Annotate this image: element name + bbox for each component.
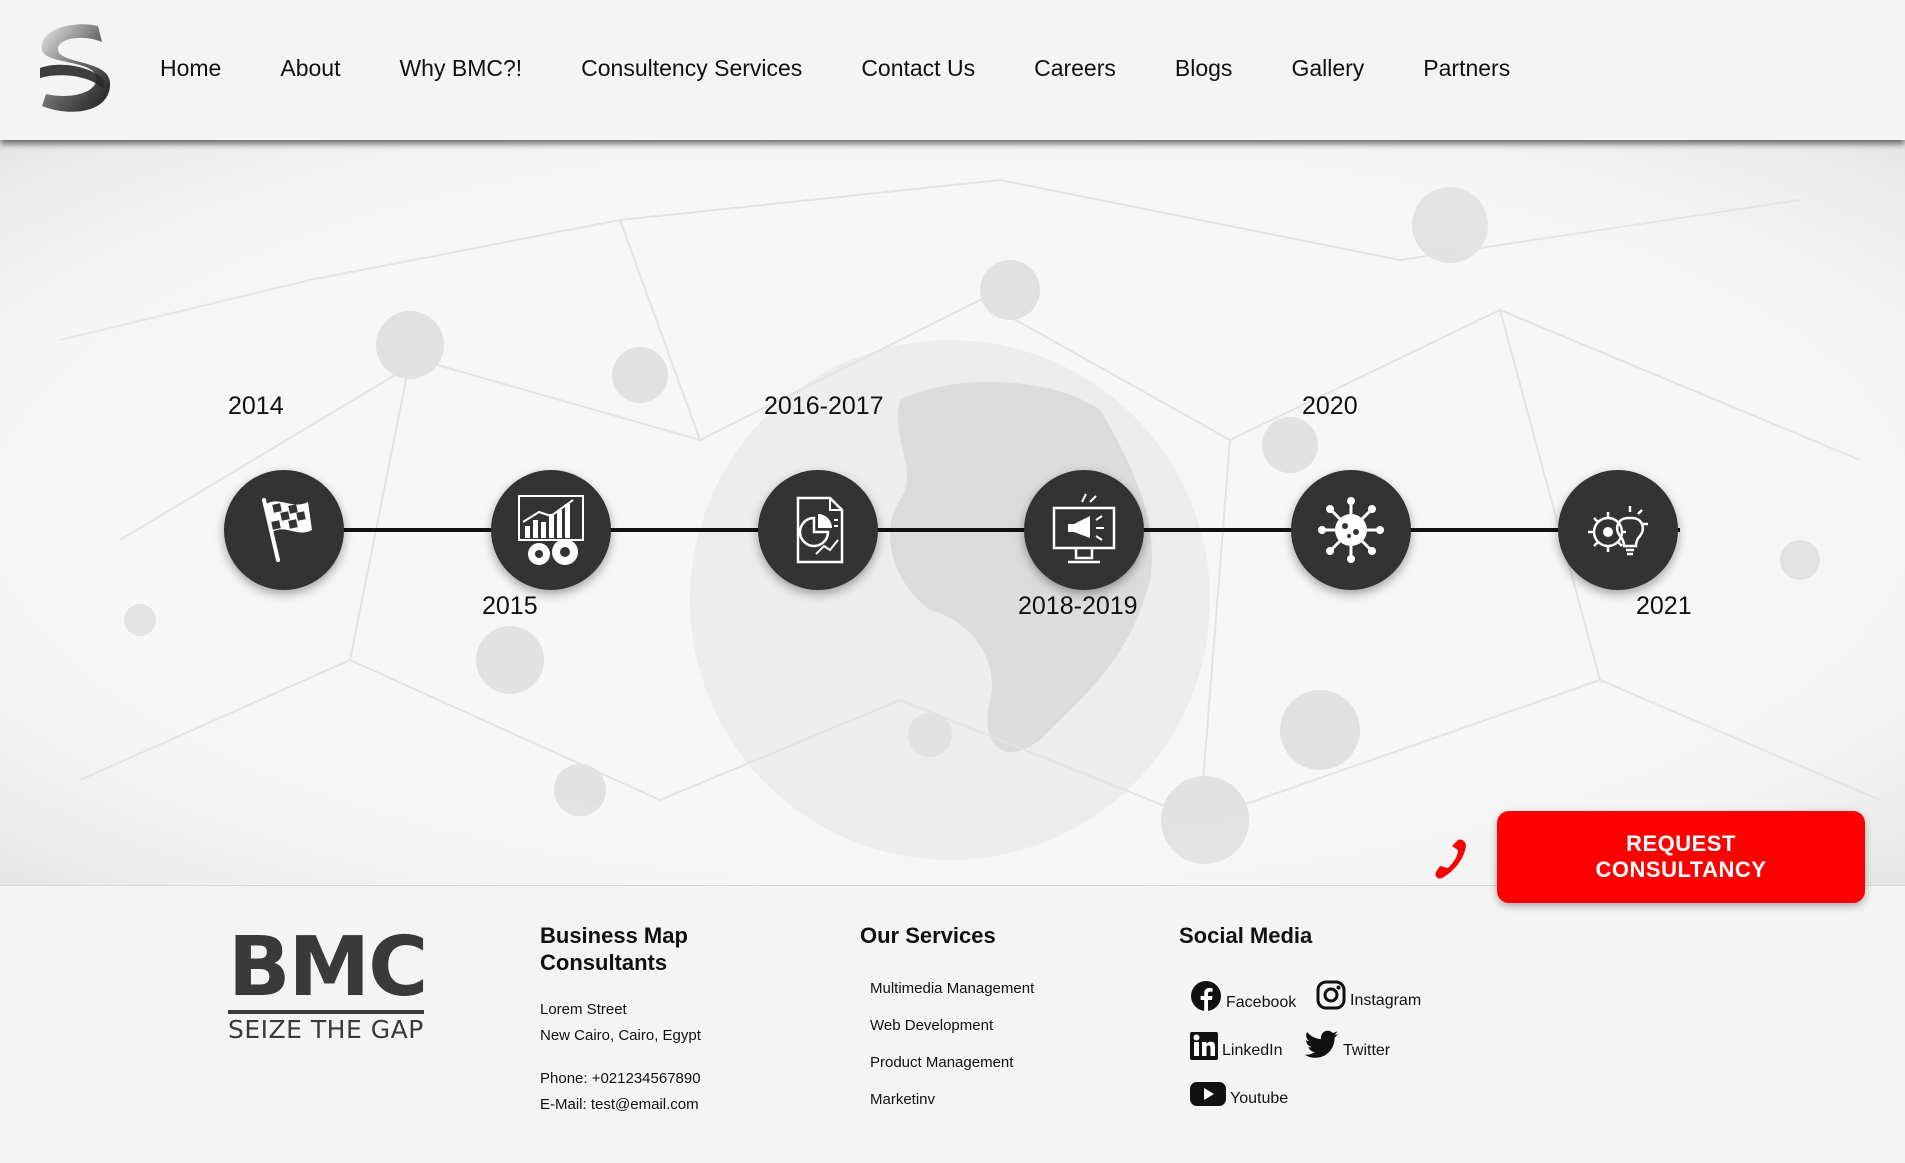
virus-icon (1318, 497, 1384, 563)
service-link-web-development[interactable]: Web Development (870, 1017, 993, 1034)
bmc-s-logo-icon[interactable] (32, 20, 114, 120)
monitor-megaphone-icon (1052, 493, 1116, 564)
nav-home[interactable]: Home (160, 52, 221, 84)
year-2021: 2021 (1636, 592, 1692, 620)
request-consultancy-label: REQUEST CONSULTANCY (1595, 831, 1767, 882)
address-line2: New Cairo, Cairo, Egypt (540, 1027, 701, 1044)
report-document-icon (796, 496, 844, 564)
timeline-node-2015[interactable] (491, 470, 611, 590)
bmc-footer-logo[interactable]: BMC SEIZE THE GAP (228, 920, 428, 1044)
year-2018-2019: 2018-2019 (1018, 592, 1138, 620)
social-twitter[interactable]: Twitter (1305, 1030, 1390, 1060)
twitter-label: Twitter (1343, 1042, 1391, 1059)
gear-lightbulb-icon (1588, 506, 1648, 556)
company-address: Lorem Street New Cairo, Cairo, Egypt (540, 997, 701, 1049)
checkered-flag-icon (262, 498, 312, 562)
instagram-icon (1316, 980, 1346, 1010)
nav-blogs[interactable]: Blogs (1175, 52, 1233, 84)
company-title: Business Map Consultants (540, 922, 688, 976)
company-title-line1: Business Map (540, 923, 688, 948)
service-link-product-management[interactable]: Product Management (870, 1054, 1013, 1071)
year-2015: 2015 (482, 592, 538, 620)
main-nav: Home About Why BMC?! Consultency Service… (160, 52, 1569, 84)
request-consultancy-button[interactable]: REQUEST CONSULTANCY (1497, 811, 1865, 903)
growth-chart-gears-icon (518, 495, 584, 565)
social-youtube[interactable]: Youtube (1190, 1080, 1288, 1108)
address-line1: Lorem Street (540, 1001, 627, 1018)
service-link-multimedia[interactable]: Multimedia Management (870, 980, 1034, 997)
bmc-logo-text: BMC (228, 920, 428, 1015)
phone-icon[interactable] (1428, 836, 1474, 882)
nav-consultency-services[interactable]: Consultency Services (581, 52, 802, 84)
company-contact: Phone: +021234567890 E-Mail: test@email.… (540, 1066, 701, 1118)
timeline-node-2016-2017[interactable] (758, 470, 878, 590)
twitter-icon (1305, 1030, 1338, 1058)
year-2020: 2020 (1302, 392, 1358, 420)
company-email[interactable]: E-Mail: test@email.com (540, 1092, 701, 1118)
social-title: Social Media (1179, 923, 1313, 948)
nav-careers[interactable]: Careers (1034, 52, 1116, 84)
timeline-node-2014[interactable] (224, 470, 344, 590)
year-2014: 2014 (228, 392, 284, 420)
nav-about[interactable]: About (280, 52, 340, 84)
social-instagram[interactable]: Instagram (1316, 980, 1421, 1010)
bmc-tagline: SEIZE THE GAP (228, 1015, 424, 1044)
facebook-icon (1191, 981, 1221, 1012)
social-linkedin[interactable]: LinkedIn (1190, 1030, 1283, 1060)
nav-gallery[interactable]: Gallery (1291, 52, 1364, 84)
youtube-label: Youtube (1230, 1090, 1289, 1107)
facebook-label: Facebook (1226, 994, 1297, 1011)
nav-why-bmc[interactable]: Why BMC?! (399, 52, 522, 84)
social-facebook[interactable]: Facebook (1190, 980, 1296, 1012)
timeline-section: 2014 2016-2017 2020 2015 2018-2019 2021 (0, 140, 1905, 885)
company-title-line2: Consultants (540, 950, 668, 975)
nav-contact-us[interactable]: Contact Us (861, 52, 975, 84)
year-2016-2017: 2016-2017 (764, 392, 884, 420)
service-link-marketinv[interactable]: Marketinv (870, 1091, 935, 1108)
timeline-node-2018-2019[interactable] (1024, 470, 1144, 590)
timeline-node-2020[interactable] (1291, 470, 1411, 590)
instagram-label: Instagram (1350, 992, 1422, 1009)
linkedin-icon (1190, 1032, 1218, 1060)
linkedin-label: LinkedIn (1222, 1042, 1283, 1059)
nav-partners[interactable]: Partners (1423, 52, 1510, 84)
company-phone[interactable]: Phone: +021234567890 (540, 1066, 701, 1092)
youtube-icon (1190, 1082, 1226, 1106)
timeline-node-2021[interactable] (1558, 470, 1678, 590)
site-header: Home About Why BMC?! Consultency Service… (0, 0, 1905, 140)
services-title: Our Services (860, 923, 996, 948)
